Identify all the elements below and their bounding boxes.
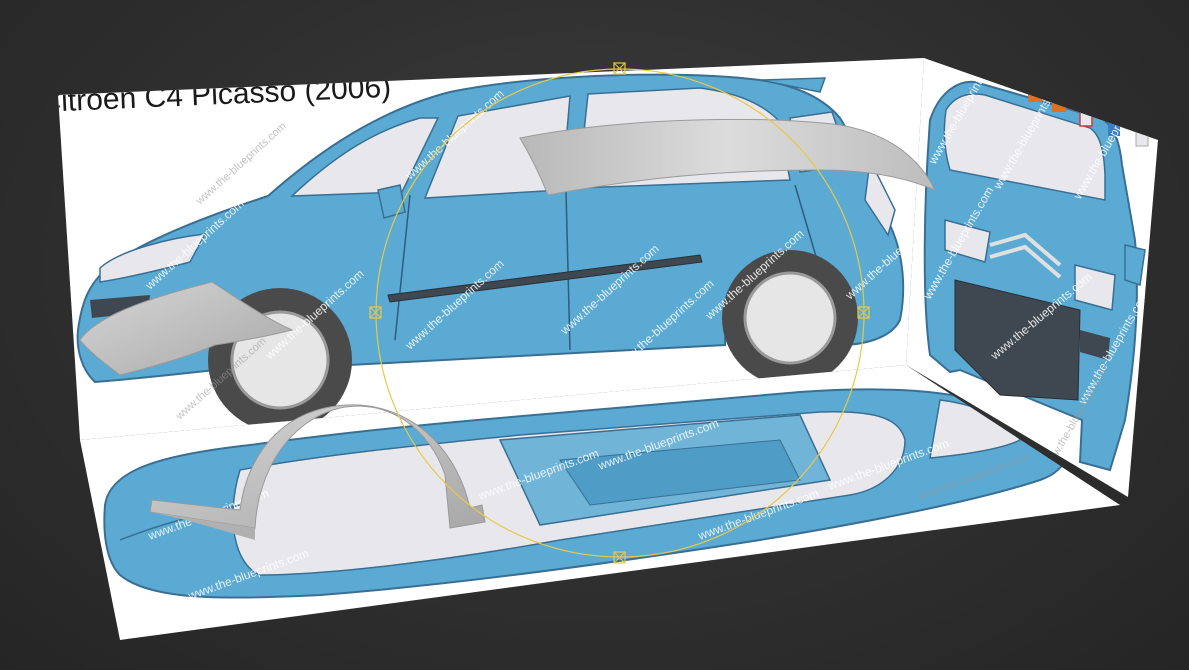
- rear-wheel: [722, 250, 858, 386]
- 3d-viewport[interactable]: Citroen C4 Picasso (2006) www.the-bluepr…: [0, 0, 1189, 670]
